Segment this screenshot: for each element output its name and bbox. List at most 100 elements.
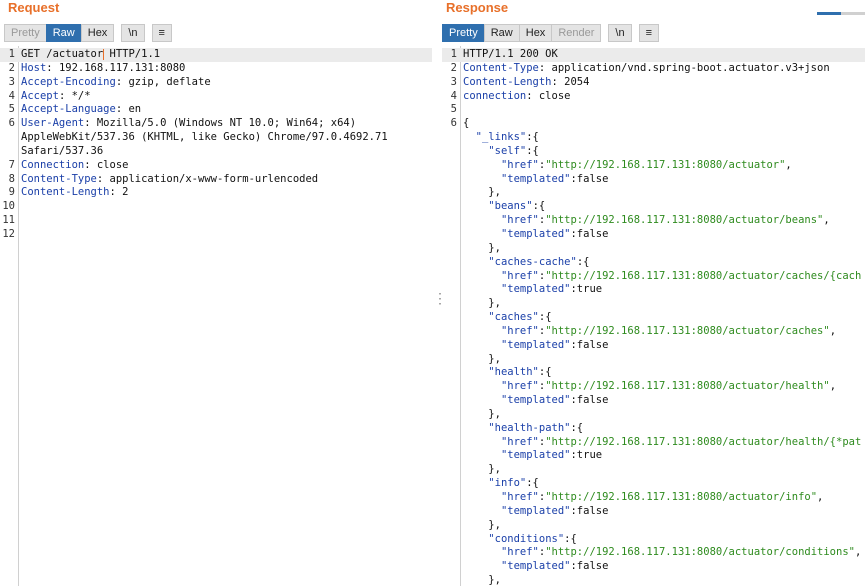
- code-line: "conditions":{: [442, 533, 865, 547]
- code-key: "href": [500, 546, 539, 559]
- code-text: },: [463, 518, 501, 531]
- code-line: 6 User-Agent: Mozilla/5.0 (Windows NT 10.…: [0, 117, 432, 131]
- newline-toggle-button[interactable]: \n: [121, 24, 145, 42]
- code-text: ,: [829, 380, 837, 393]
- request-panel: Request Pretty Raw Hex \n ≡ 1 GET /actuat…: [0, 0, 432, 586]
- code-key: Content-Length: [21, 186, 110, 199]
- request-title: Request: [8, 0, 60, 15]
- code-text: :{: [532, 200, 546, 213]
- code-text: ,: [823, 214, 830, 227]
- code-text: : application/vnd.spring-boot.actuator.v…: [538, 61, 830, 74]
- code-key: Connection: [21, 158, 85, 171]
- code-text: },: [463, 407, 501, 420]
- code-text: ,: [817, 491, 824, 503]
- line-code: },: [463, 574, 501, 586]
- line-number: 2: [450, 61, 457, 74]
- code-text: },: [463, 463, 501, 476]
- code-line: "href":"http://192.168.117.131:8080/actu…: [442, 546, 865, 560]
- line-code: Safari/537.36: [21, 145, 103, 159]
- request-editor[interactable]: 1 GET /actuator HTTP/1.1 2 Host: 192.168.11…: [0, 46, 432, 586]
- line-code: "href":"http://192.168.117.131:8080/actu…: [463, 270, 861, 284]
- layout-toggle[interactable]: [817, 0, 865, 15]
- tab-pretty[interactable]: Pretty: [442, 24, 485, 42]
- code-key: "info": [488, 477, 527, 490]
- code-line: },: [442, 186, 865, 200]
- line-code: Accept-Encoding: gzip, deflate: [21, 76, 211, 90]
- code-line: 3 Accept-Encoding: gzip, deflate: [0, 76, 432, 90]
- line-code: },: [463, 186, 501, 200]
- line-number: 1: [450, 48, 457, 60]
- line-code: Content-Length: 2: [21, 186, 128, 200]
- line-code: Content-Length: 2054: [463, 76, 589, 90]
- layout-option-icon[interactable]: [817, 12, 841, 15]
- code-line: "templated":false: [442, 560, 865, 574]
- tab-raw[interactable]: Raw: [45, 24, 82, 42]
- code-key: "href": [500, 491, 539, 503]
- code-text: : 2054: [551, 75, 590, 88]
- tab-pretty[interactable]: Pretty: [4, 24, 47, 42]
- menu-icon[interactable]: ≡: [638, 24, 659, 42]
- tab-hex[interactable]: Hex: [80, 24, 115, 42]
- code-string: "http://192.168.117.131:8080/actuator/be…: [545, 214, 824, 227]
- code-text: :true: [570, 283, 603, 296]
- line-code: "conditions":{: [463, 533, 577, 547]
- line-number: 8: [8, 172, 15, 185]
- line-number: 12: [2, 227, 15, 240]
- line-number: 6: [450, 117, 457, 130]
- tab-raw[interactable]: Raw: [483, 24, 520, 42]
- line-code: "href":"http://192.168.117.131:8080/actu…: [463, 491, 823, 505]
- code-text: },: [463, 297, 501, 310]
- layout-option-icon[interactable]: [841, 12, 865, 15]
- line-number: 1: [8, 48, 15, 60]
- code-line: },: [442, 297, 865, 311]
- line-code: "templated":false: [463, 339, 608, 353]
- code-key: "href": [500, 214, 539, 227]
- code-line: 1 HTTP/1.1 200 OK: [442, 48, 865, 62]
- code-key: Content-Type: [21, 172, 97, 185]
- code-key: "health": [488, 366, 539, 379]
- line-code: },: [463, 297, 501, 311]
- code-key: Host: [21, 61, 47, 74]
- code-text: : Mozilla/5.0 (Windows NT 10.0; Win64; x…: [84, 117, 357, 130]
- code-key: "self": [488, 144, 527, 157]
- response-editor[interactable]: 1 HTTP/1.1 200 OK 2 Content-Type: applicati…: [442, 46, 865, 586]
- code-line: 6{: [442, 117, 865, 131]
- line-code: AppleWebKit/537.36 (KHTML, like Gecko) C…: [21, 131, 388, 145]
- line-code: "href":"http://192.168.117.131:8080/actu…: [463, 436, 861, 450]
- code-key: "beans": [488, 200, 533, 213]
- code-text: :false: [570, 394, 609, 407]
- line-code: },: [463, 353, 501, 367]
- code-text: :{: [576, 255, 590, 268]
- code-text: : */*: [58, 89, 91, 102]
- code-text: :{: [526, 131, 539, 144]
- code-line: 5 Accept-Language: en: [0, 103, 432, 117]
- tab-render[interactable]: Render: [551, 24, 602, 42]
- code-key: "caches-cache": [488, 255, 577, 268]
- code-text: : 2: [109, 186, 129, 199]
- code-line: 2 Content-Type: application/vnd.spring-bo…: [442, 62, 865, 76]
- tab-hex[interactable]: Hex: [518, 24, 553, 42]
- menu-icon[interactable]: ≡: [151, 24, 172, 42]
- line-number: 11: [2, 214, 15, 227]
- code-line: 11: [0, 214, 432, 228]
- line-code: "info":{: [463, 477, 539, 491]
- line-code: Accept: */*: [21, 90, 91, 104]
- code-text: {: [463, 117, 470, 130]
- code-line: "health":{: [442, 366, 865, 380]
- line-code: "templated":false: [463, 505, 608, 519]
- line-number: 4: [8, 89, 15, 102]
- newline-toggle-button[interactable]: \n: [608, 24, 632, 42]
- line-code: Accept-Language: en: [21, 103, 141, 117]
- code-text: },: [463, 241, 501, 254]
- line-number: 3: [8, 75, 15, 88]
- line-code: HTTP/1.1 200 OK: [463, 48, 558, 62]
- code-text: :{: [526, 144, 539, 157]
